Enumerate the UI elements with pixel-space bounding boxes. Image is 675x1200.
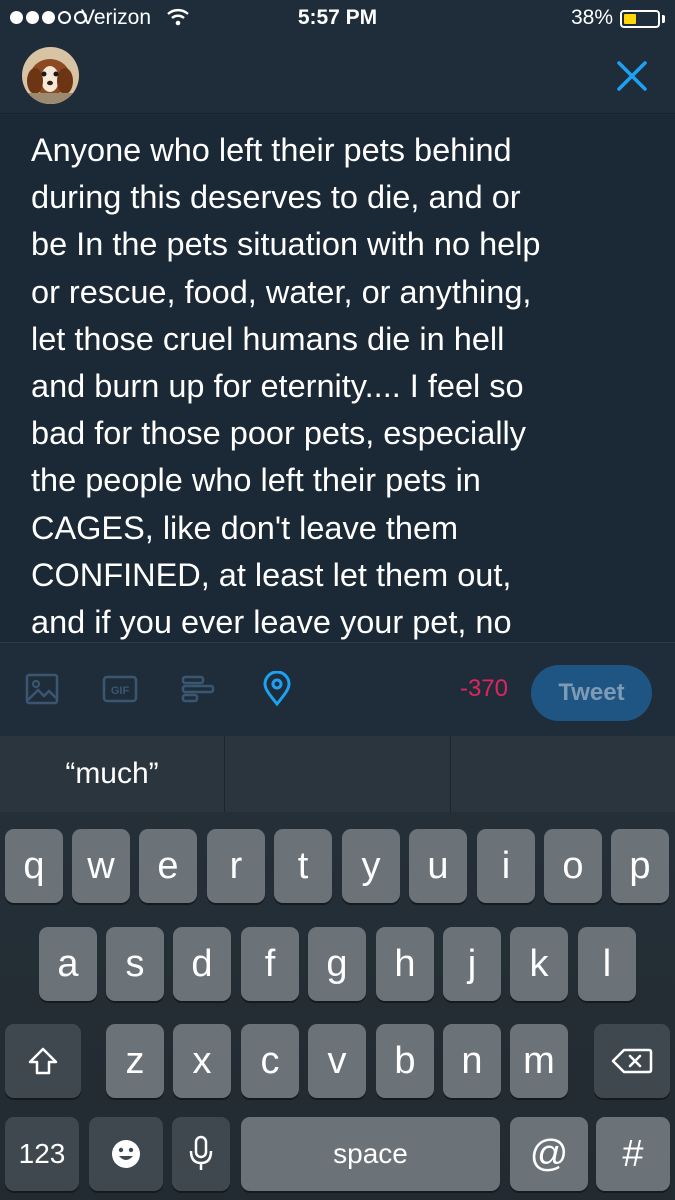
- image-icon[interactable]: [24, 671, 60, 707]
- key-f[interactable]: f: [241, 927, 299, 1001]
- keyboard: “much” q w e r t y u i o p a s d f g h j…: [0, 736, 675, 1200]
- close-icon[interactable]: [610, 54, 654, 98]
- battery-cap: [662, 15, 665, 23]
- compose-toolbar: GIF -370 Tweet: [0, 642, 675, 736]
- key-b[interactable]: b: [376, 1024, 434, 1098]
- key-o[interactable]: o: [544, 829, 602, 903]
- space-key[interactable]: space: [241, 1117, 500, 1191]
- key-n[interactable]: n: [443, 1024, 501, 1098]
- status-bar: Verizon 5:57 PM 38%: [0, 0, 675, 38]
- tweet-text-input[interactable]: Anyone who left their pets behind during…: [31, 127, 651, 642]
- dictation-key[interactable]: [172, 1117, 230, 1191]
- key-i[interactable]: i: [477, 829, 535, 903]
- emoji-icon: [112, 1140, 140, 1168]
- hash-key[interactable]: #: [596, 1117, 670, 1191]
- poll-icon[interactable]: [180, 671, 216, 707]
- tweet-button[interactable]: Tweet: [531, 665, 652, 721]
- key-c[interactable]: c: [241, 1024, 299, 1098]
- key-y[interactable]: y: [342, 829, 400, 903]
- emoji-key[interactable]: [89, 1117, 163, 1191]
- backspace-icon: [611, 1048, 653, 1074]
- key-q[interactable]: q: [5, 829, 63, 903]
- suggestion-1[interactable]: “much”: [0, 736, 224, 812]
- numbers-key[interactable]: 123: [5, 1117, 79, 1191]
- key-a[interactable]: a: [39, 927, 97, 1001]
- predictive-bar: “much”: [0, 736, 675, 812]
- compose-area[interactable]: Anyone who left their pets behind during…: [0, 115, 675, 642]
- battery-icon: [620, 10, 660, 28]
- dog-avatar-icon: [22, 47, 79, 104]
- shift-icon: [28, 1047, 58, 1075]
- key-t[interactable]: t: [274, 829, 332, 903]
- key-d[interactable]: d: [173, 927, 231, 1001]
- delete-key[interactable]: [594, 1024, 670, 1098]
- key-g[interactable]: g: [308, 927, 366, 1001]
- key-p[interactable]: p: [611, 829, 669, 903]
- key-k[interactable]: k: [510, 927, 568, 1001]
- battery-percent: 38%: [571, 6, 614, 29]
- key-j[interactable]: j: [443, 927, 501, 1001]
- key-e[interactable]: e: [139, 829, 197, 903]
- key-s[interactable]: s: [106, 927, 164, 1001]
- at-key[interactable]: @: [510, 1117, 588, 1191]
- svg-text:GIF: GIF: [111, 685, 130, 697]
- key-l[interactable]: l: [578, 927, 636, 1001]
- suggestion-3[interactable]: [451, 736, 675, 812]
- key-w[interactable]: w: [72, 829, 130, 903]
- key-z[interactable]: z: [106, 1024, 164, 1098]
- location-icon[interactable]: [259, 671, 295, 707]
- shift-key[interactable]: [5, 1024, 81, 1098]
- suggestion-2[interactable]: [225, 736, 449, 812]
- key-u[interactable]: u: [409, 829, 467, 903]
- microphone-icon: [189, 1135, 213, 1170]
- key-m[interactable]: m: [510, 1024, 568, 1098]
- avatar: [22, 47, 79, 104]
- key-x[interactable]: x: [173, 1024, 231, 1098]
- character-counter: -370: [459, 675, 508, 702]
- key-v[interactable]: v: [308, 1024, 366, 1098]
- battery-fill: [624, 14, 636, 24]
- compose-header: [0, 38, 675, 114]
- key-h[interactable]: h: [376, 927, 434, 1001]
- key-r[interactable]: r: [207, 829, 265, 903]
- gif-icon[interactable]: GIF: [102, 671, 138, 707]
